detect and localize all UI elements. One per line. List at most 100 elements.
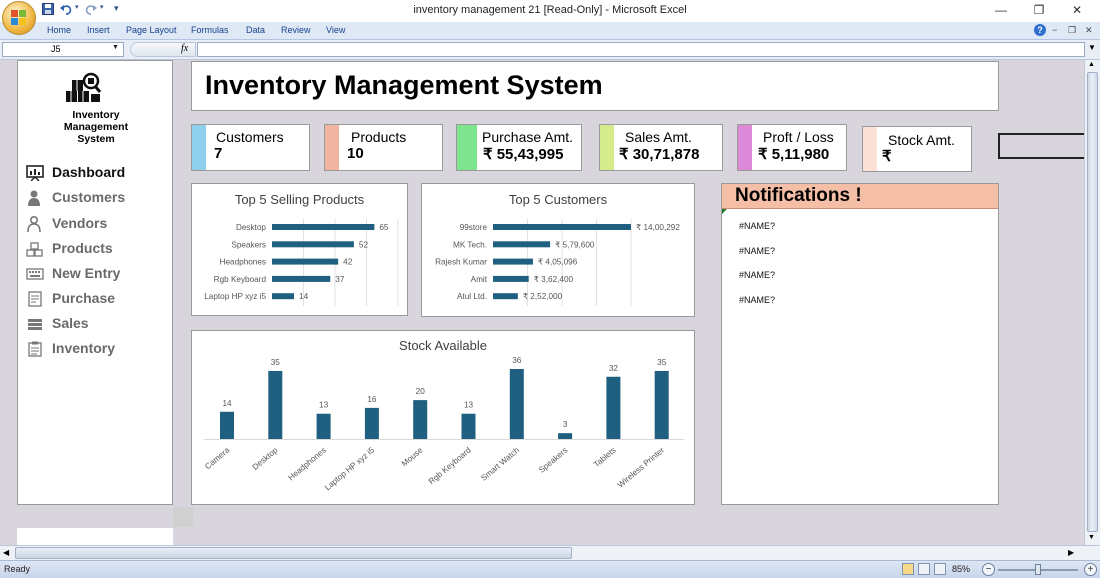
card-profit-loss[interactable]: Proft / Loss ₹ 5,11,980 [737,124,847,171]
office-button[interactable] [2,1,36,35]
cell-area [17,528,173,545]
help-icon[interactable]: ? [1034,24,1046,36]
chart-top-customers[interactable]: Top 5 Customers 99store ₹ 14,00,292 MK Tec… [421,183,695,317]
card-label: Proft / Loss [763,129,834,145]
category-label: Amit [471,275,488,284]
chart-plot: 99store ₹ 14,00,292 MK Tech. ₹ 5,79,600 Raje… [435,219,680,307]
tab-home[interactable]: Home [47,25,71,35]
logo-text-line: Management [63,121,129,133]
page-break-preview-icon[interactable] [934,563,946,575]
undo-icon[interactable] [60,3,72,18]
category-label: Headphones [287,446,328,483]
presentation-board-icon [26,165,44,182]
zoom-out-button[interactable]: − [982,563,995,576]
scroll-left-icon[interactable]: ◀ [3,548,9,557]
minimize-button[interactable]: — [986,2,1016,18]
card-value: 7 [214,145,223,162]
card-label: Products [351,129,407,145]
formula-input[interactable] [197,42,1085,57]
scroll-right-icon[interactable]: ▶ [1068,548,1074,557]
card-sales-amt[interactable]: Sales Amt. ₹ 30,71,878 [599,124,723,171]
bar [493,275,529,282]
tab-data[interactable]: Data [246,25,265,35]
category-label: MK Tech. [453,240,487,249]
window-title: inventory management 21 [Read-Only] - Mi… [413,4,687,16]
tab-view[interactable]: View [326,25,345,35]
sidebar-item-inventory[interactable]: Inventory [26,339,166,359]
scroll-down-icon[interactable]: ▼ [1088,534,1095,541]
sidebar-logo-text: Inventory Management System [18,109,174,145]
expand-formula-bar-icon[interactable]: ▼ [1088,43,1096,52]
vertical-scrollbar[interactable]: ▲ ▼ [1084,60,1100,545]
vertical-scroll-thumb[interactable] [1087,72,1098,532]
tab-insert[interactable]: Insert [87,25,110,35]
card-value: ₹ 30,71,878 [619,146,700,163]
sidebar-item-customers[interactable]: Customers [26,188,166,208]
status-bar: Ready 85% − + [0,560,1100,578]
scroll-up-icon[interactable]: ▲ [1088,61,1095,68]
data-label: 3 [563,420,568,429]
bar [272,293,295,300]
data-label: 13 [319,401,329,410]
receipt-icon [26,291,44,307]
card-products[interactable]: Products 10 [324,124,443,171]
redo-icon[interactable] [85,3,97,18]
bar [606,376,621,439]
tab-formulas[interactable]: Formulas [191,25,229,35]
sidebar-item-sales[interactable]: Sales [26,314,166,334]
page-layout-view-icon[interactable] [918,563,930,575]
horizontal-scroll-thumb[interactable] [15,547,572,559]
data-label: 13 [464,401,474,410]
category-label: Smart Watch [479,445,521,482]
person-icon [26,190,44,206]
undo-dropdown-icon[interactable]: ▾ [75,3,79,11]
notifications-header: Notifications ! [722,184,998,209]
card-value: 10 [347,145,364,162]
sidebar-item-purchase[interactable]: Purchase [26,289,166,309]
zoom-slider-thumb[interactable] [1035,564,1041,575]
tab-review[interactable]: Review [281,25,311,35]
sidebar-item-vendors[interactable]: Vendors [26,214,166,234]
chart-top-selling-products[interactable]: Top 5 Selling Products Desktop 65 Speakers… [191,183,408,316]
sidebar-item-label: Dashboard [52,164,126,180]
sidebar-item-new-entry[interactable]: New Entry [26,264,166,284]
workbook-minimize-icon[interactable]: − [1052,25,1057,35]
sidebar-item-label: New Entry [52,265,121,281]
boxes-icon [26,241,44,257]
bar [220,411,234,439]
sidebar-item-dashboard[interactable]: Dashboard [26,163,166,183]
chart-stock-available[interactable]: Stock Available 14 Camera 35 Desktop 13 Headp… [191,330,695,505]
restore-button[interactable]: ❐ [1024,2,1054,18]
zoom-in-button[interactable]: + [1084,563,1097,576]
normal-view-icon[interactable] [902,563,914,575]
zoom-level[interactable]: 85% [952,564,970,574]
card-accent [600,125,614,170]
title-bar: inventory management 21 [Read-Only] - Mi… [0,0,1100,22]
user-outline-icon [26,215,44,233]
name-box[interactable]: J5 [2,42,124,57]
workbook-restore-icon[interactable]: ❐ [1068,25,1076,36]
card-customers[interactable]: Customers 7 [191,124,310,171]
sidebar-item-label: Sales [52,315,89,331]
insert-function-icon[interactable]: fx [181,43,188,54]
redo-dropdown-icon[interactable]: ▾ [100,3,104,11]
card-accent [738,125,752,170]
card-accent [457,125,477,170]
bar [493,224,631,230]
cell-area [173,507,193,527]
close-button[interactable]: ✕ [1062,2,1092,18]
customize-quick-access-icon[interactable]: ▾ [114,3,119,14]
category-label: Camera [203,445,231,471]
save-icon[interactable] [42,3,54,18]
card-stock-amt[interactable]: Stock Amt. ₹ [862,126,972,172]
category-label: Tablets [592,446,618,470]
card-purchase-amt[interactable]: Purchase Amt. ₹ 55,43,995 [456,124,582,171]
worksheet[interactable]: Inventory Management System Dashboard Cust… [0,60,1084,545]
tab-page-layout[interactable]: Page Layout [126,25,177,35]
horizontal-scrollbar[interactable]: ◀ ▶ [0,545,1100,560]
name-box-dropdown-icon[interactable]: ▼ [112,44,119,51]
workbook-close-icon[interactable]: ✕ [1085,25,1093,36]
data-label: 14 [222,399,232,408]
sidebar-item-products[interactable]: Products [26,239,166,259]
notifications-title: Notifications ! [735,185,862,206]
